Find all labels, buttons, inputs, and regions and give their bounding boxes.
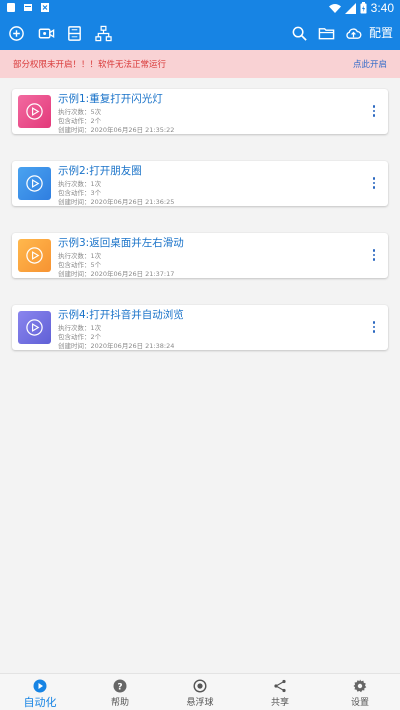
- svg-text:?: ?: [117, 683, 122, 693]
- clock: 3:40: [370, 1, 394, 15]
- scan-frame-icon: [67, 25, 81, 41]
- config-button[interactable]: 配置: [369, 24, 393, 41]
- script-created-time: 创建时间：2020年06月26日 21:36:25: [58, 198, 175, 206]
- nav-automation[interactable]: 自动化: [0, 674, 80, 710]
- script-thumbnail: [18, 239, 51, 272]
- script-card[interactable]: 示例4:打开抖音并自动浏览 执行次数：1次 包含动作：2个 创建时间：2020年…: [12, 305, 388, 350]
- nav-settings[interactable]: 设置: [320, 674, 400, 710]
- cloud-upload-icon: [345, 27, 361, 39]
- nav-help[interactable]: ? 帮助: [80, 674, 160, 710]
- play-icon: [26, 175, 43, 192]
- record-button[interactable]: [35, 22, 57, 44]
- script-card[interactable]: 示例1:重复打开闪光灯 执行次数：5次 包含动作：2个 创建时间：2020年06…: [12, 89, 388, 134]
- nav-floating-ball[interactable]: 悬浮球: [160, 674, 240, 710]
- scan-button[interactable]: [63, 22, 85, 44]
- video-record-icon: [38, 28, 54, 38]
- permission-warning-banner: 部分权限未开启！！！软件无法正常运行 点此开启: [0, 50, 400, 78]
- play-icon: [26, 319, 43, 336]
- nav-label: 自动化: [23, 696, 57, 709]
- signal-icon: [344, 2, 356, 14]
- add-button[interactable]: [5, 22, 27, 44]
- script-title: 示例2:打开朋友圈: [58, 165, 142, 177]
- play-icon: [26, 103, 43, 120]
- script-title: 示例1:重复打开闪光灯: [58, 93, 163, 105]
- script-thumbnail: [18, 95, 51, 128]
- notification-app-icon: [6, 2, 16, 13]
- more-options-button[interactable]: [370, 246, 378, 264]
- upload-button[interactable]: [342, 22, 364, 44]
- notification-card-icon: [23, 2, 33, 13]
- more-options-button[interactable]: [370, 174, 378, 192]
- hierarchy-icon: [94, 25, 112, 41]
- search-icon: [292, 26, 307, 41]
- top-toolbar: 配置: [0, 16, 400, 50]
- more-options-button[interactable]: [370, 102, 378, 120]
- nav-label: 悬浮球: [186, 698, 214, 708]
- script-title: 示例3:返回桌面并左右滑动: [58, 237, 184, 249]
- search-button[interactable]: [288, 22, 310, 44]
- status-bar: 3:40: [0, 0, 400, 16]
- script-created-time: 创建时间：2020年06月26日 21:38:24: [58, 342, 175, 350]
- script-thumbnail: [18, 167, 51, 200]
- folder-icon: [318, 27, 334, 39]
- script-created-time: 创建时间：2020年06月26日 21:37:17: [58, 270, 175, 278]
- more-options-button[interactable]: [370, 318, 378, 336]
- add-circle-icon: [8, 25, 24, 41]
- permission-warning-text: 部分权限未开启！！！软件无法正常运行: [13, 60, 167, 70]
- nav-label: 设置: [350, 698, 369, 708]
- nav-label: 共享: [270, 698, 289, 708]
- open-folder-button[interactable]: [315, 22, 337, 44]
- nav-label: 帮助: [110, 698, 129, 708]
- nav-share[interactable]: 共享: [240, 674, 320, 710]
- share-icon: [274, 679, 286, 693]
- script-created-time: 创建时间：2020年06月26日 21:35:22: [58, 126, 175, 134]
- script-card[interactable]: 示例2:打开朋友圈 执行次数：1次 包含动作：3个 创建时间：2020年06月2…: [12, 161, 388, 206]
- wifi-icon: [328, 3, 341, 13]
- bottom-navigation: 自动化 ? 帮助 悬浮球 共享 设置: [0, 673, 400, 710]
- play-icon: [26, 247, 43, 264]
- enable-permission-link[interactable]: 点此开启: [353, 58, 387, 70]
- script-card[interactable]: 示例3:返回桌面并左右滑动 执行次数：1次 包含动作：5个 创建时间：2020年…: [12, 233, 388, 278]
- play-circle-icon: [33, 679, 47, 693]
- notification-close-icon: [40, 2, 50, 13]
- battery-icon: [360, 2, 367, 14]
- gear-icon: [353, 679, 367, 693]
- structure-button[interactable]: [92, 22, 114, 44]
- script-title: 示例4:打开抖音并自动浏览: [58, 309, 184, 321]
- help-circle-icon: ?: [113, 679, 127, 693]
- script-thumbnail: [18, 311, 51, 344]
- floating-ball-icon: [193, 679, 207, 693]
